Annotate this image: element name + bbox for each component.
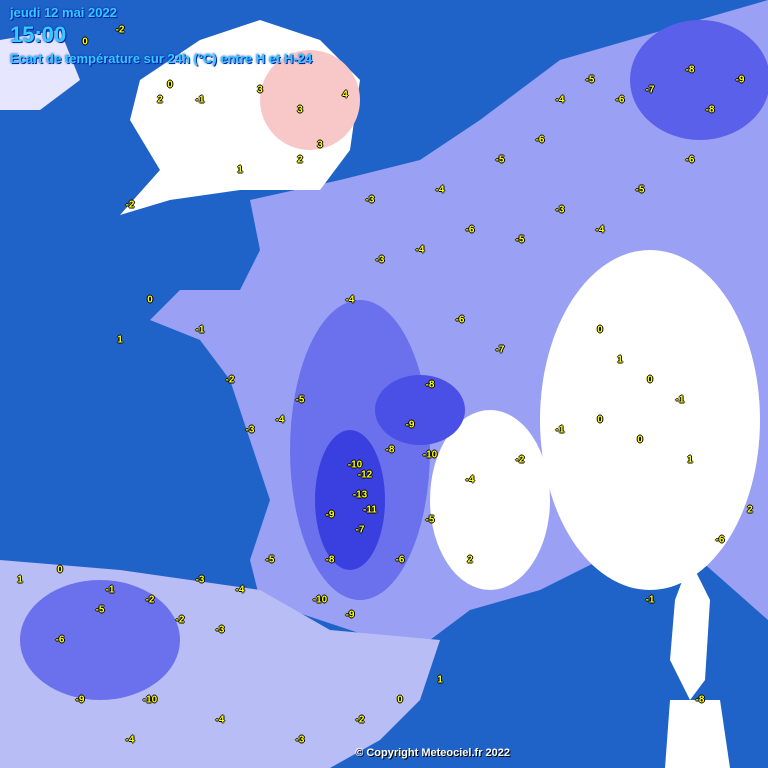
station-value: -5: [495, 154, 505, 166]
station-value: -8: [685, 64, 695, 76]
cold-core-center: [375, 375, 465, 445]
station-value: -7: [495, 344, 505, 356]
station-value: -6: [455, 314, 465, 326]
station-value: 4: [342, 89, 348, 101]
station-value: 2: [297, 154, 303, 166]
station-value: -8: [705, 104, 715, 116]
map-date: jeudi 12 mai 2022: [10, 5, 117, 20]
station-value: -4: [435, 184, 445, 196]
station-value: -1: [195, 324, 205, 336]
station-value: -10: [312, 594, 328, 606]
station-value: 0: [82, 36, 88, 48]
station-value: -4: [275, 414, 285, 426]
station-value: -5: [585, 74, 595, 86]
station-value: 0: [637, 434, 643, 446]
station-value: -4: [555, 94, 565, 106]
station-value: -6: [395, 554, 405, 566]
station-value: -4: [345, 294, 355, 306]
station-value: -2: [515, 454, 525, 466]
station-value: -5: [95, 604, 105, 616]
station-value: -6: [465, 224, 475, 236]
station-value: -2: [125, 199, 135, 211]
station-value: -8: [385, 444, 395, 456]
station-value: -3: [365, 194, 375, 206]
station-value: -4: [595, 224, 605, 236]
cold-core-southwest: [315, 430, 385, 570]
station-value: -4: [235, 584, 245, 596]
station-value: -4: [125, 734, 135, 746]
station-value: 2: [467, 554, 473, 566]
copyright: © Copyright Meteociel.fr 2022: [355, 747, 510, 759]
station-value: -8: [425, 379, 435, 391]
station-value: -1: [675, 394, 685, 406]
station-value: 0: [647, 374, 653, 386]
station-value: -5: [265, 554, 275, 566]
station-value: -7: [645, 84, 655, 96]
station-value: -13: [352, 489, 368, 501]
sardinia-land: [665, 700, 730, 768]
map-time: 15:00: [10, 22, 67, 47]
station-value: -3: [375, 254, 385, 266]
station-value: 3: [257, 84, 263, 96]
station-value: 3: [297, 104, 303, 116]
station-value: 1: [237, 164, 243, 176]
station-value: -9: [405, 419, 415, 431]
station-value: -2: [145, 594, 155, 606]
station-value: -2: [225, 374, 235, 386]
station-value: -7: [355, 524, 365, 536]
station-value: -5: [515, 234, 525, 246]
station-value: -3: [295, 734, 305, 746]
station-value: -1: [195, 94, 205, 106]
station-value: -5: [425, 514, 435, 526]
station-value: -6: [615, 94, 625, 106]
station-value: -9: [75, 694, 85, 706]
station-value: -11: [363, 504, 377, 516]
station-value: -4: [465, 474, 475, 486]
station-value: -8: [325, 554, 335, 566]
station-value: -8: [695, 694, 705, 706]
station-value: 1: [687, 454, 693, 466]
station-value: -5: [295, 394, 305, 406]
station-value: -1: [555, 424, 565, 436]
station-value: 1: [437, 674, 443, 686]
station-value: -6: [685, 154, 695, 166]
station-value: -3: [245, 424, 255, 436]
station-value: -10: [142, 694, 158, 706]
neutral-area-alps: [540, 250, 760, 590]
station-value: -6: [535, 134, 545, 146]
station-value: -2: [355, 714, 365, 726]
station-value: 0: [167, 79, 173, 91]
station-value: 0: [57, 564, 63, 576]
station-value: -4: [215, 714, 225, 726]
station-value: -6: [55, 634, 65, 646]
station-value: -9: [345, 609, 355, 621]
station-value: 0: [397, 694, 403, 706]
station-value: -2: [175, 614, 185, 626]
station-value: 0: [597, 324, 603, 336]
station-value: 0: [147, 294, 153, 306]
station-value: -3: [555, 204, 565, 216]
station-value: -10: [422, 449, 438, 461]
station-value: 3: [317, 139, 323, 151]
station-value: -9: [325, 509, 335, 521]
station-value: 2: [157, 94, 163, 106]
station-value: -1: [645, 594, 655, 606]
station-value: -2: [115, 24, 125, 36]
station-value: 1: [617, 354, 623, 366]
station-value: 2: [747, 504, 753, 516]
station-value: -1: [105, 584, 115, 596]
map-subtitle: Ecart de température sur 24h (°C) entre …: [10, 51, 313, 66]
station-value: -5: [635, 184, 645, 196]
station-value: -6: [715, 534, 725, 546]
station-value: -3: [215, 624, 225, 636]
station-value: -4: [415, 244, 425, 256]
station-value: -3: [195, 574, 205, 586]
cold-core-germany: [630, 20, 768, 140]
cold-area-spain: [20, 580, 180, 700]
station-value: -9: [735, 74, 745, 86]
station-value: 0: [597, 414, 603, 426]
station-value: 1: [17, 574, 23, 586]
station-value: -12: [357, 469, 373, 481]
station-value: 1: [117, 334, 123, 346]
